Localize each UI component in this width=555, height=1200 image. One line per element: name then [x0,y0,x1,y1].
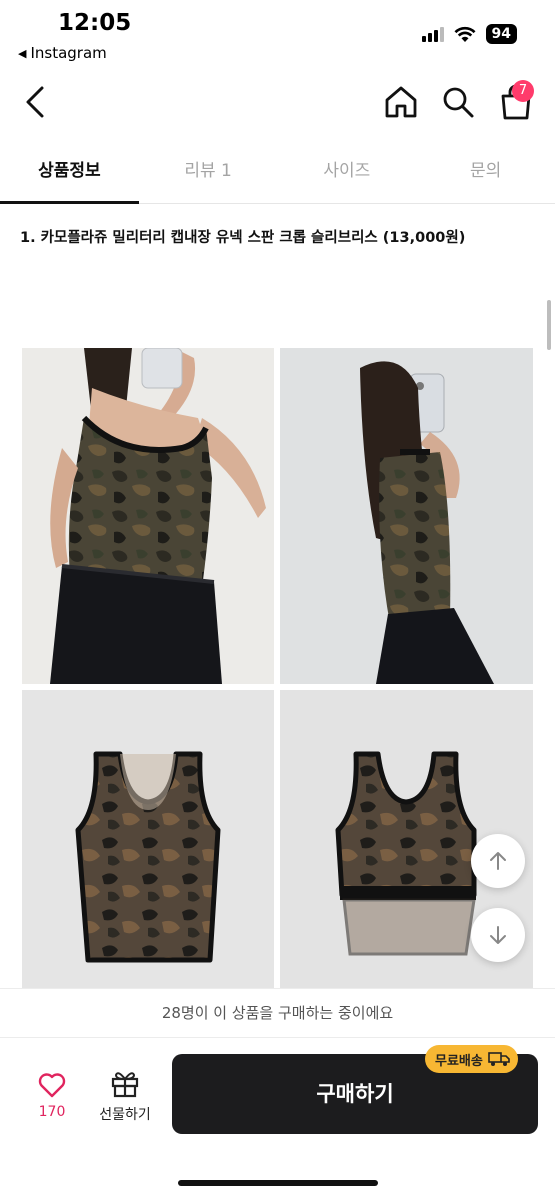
home-indicator[interactable] [178,1180,378,1186]
product-title: 1. 카모플라쥬 밀리터리 캡내장 유넥 스판 크롭 슬리브리스 (13,000… [20,230,466,246]
gift-button[interactable]: 선물하기 [92,1068,158,1124]
product-photo-model-front [22,348,274,684]
back-to-app-link[interactable]: ◀ Instagram [18,44,107,62]
like-count: 170 [38,1104,66,1120]
tab-inquiry[interactable]: 문의 [416,142,555,203]
system-icons: 94 [421,24,517,44]
free-shipping-label: 무료배송 [435,1053,483,1069]
arrow-up-icon [490,852,506,870]
scrollbar-thumb[interactable] [547,300,551,350]
product-photo-flatlay-back [22,690,274,990]
cellular-signal-icon [421,26,444,42]
wifi-icon [454,26,476,42]
arrow-down-icon [490,926,506,944]
tab-reviews[interactable]: 리뷰 1 [139,142,278,203]
status-bar: 12:05 ◀ Instagram 94 [0,0,555,70]
status-time: 12:05 [58,10,132,36]
gift-label: 선물하기 [99,1107,151,1123]
free-shipping-badge: 무료배송 [425,1045,518,1073]
truck-icon [488,1052,510,1066]
product-tabs: 상품정보 리뷰 1 사이즈 문의 [0,142,555,204]
cart-count-badge: 7 [512,80,534,102]
product-photo-model-back [280,348,533,684]
heart-icon [38,1073,66,1098]
gift-icon [111,1072,139,1098]
tab-product-info[interactable]: 상품정보 [0,142,139,204]
home-icon[interactable] [383,84,419,120]
tab-size[interactable]: 사이즈 [278,142,417,203]
battery-indicator: 94 [485,24,517,44]
top-nav-bar [0,72,555,132]
scroll-up-button[interactable] [471,834,525,888]
scroll-down-button[interactable] [471,908,525,962]
back-triangle-icon: ◀ [18,46,27,60]
live-viewers-notice: 28명이 이 상품을 구매하는 중이에요 [0,988,555,1038]
back-app-label: Instagram [30,44,107,62]
like-button[interactable]: 170 [30,1072,74,1120]
back-arrow-icon[interactable] [20,82,54,122]
search-icon[interactable] [440,84,476,120]
